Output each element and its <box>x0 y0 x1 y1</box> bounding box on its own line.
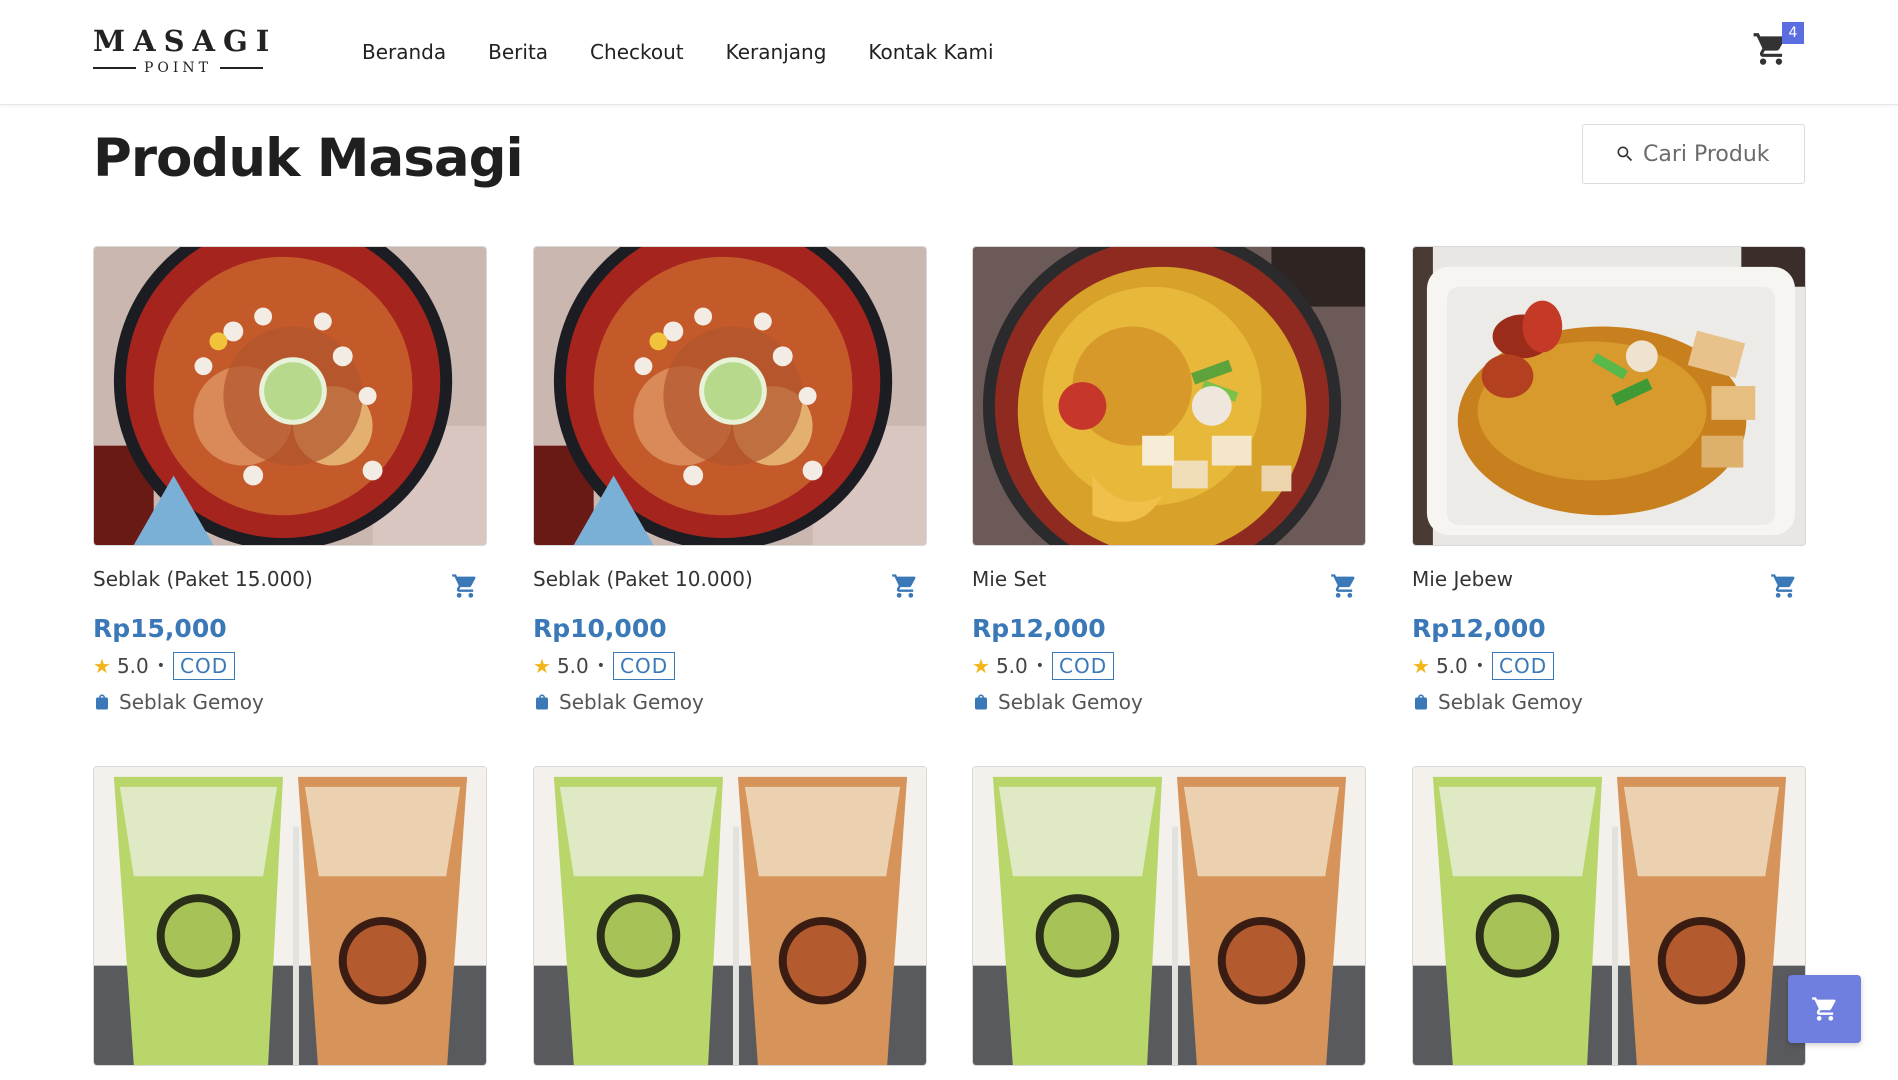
main-nav: Beranda Berita Checkout Keranjang Kontak… <box>362 36 1036 68</box>
product-card[interactable]: Seblak (Paket 10.000) Rp10,000 ★ 5.0 • C… <box>533 246 927 716</box>
cart-count-badge: 4 <box>1782 22 1804 44</box>
gemoy-drinks-image <box>94 767 486 1065</box>
gemoy-drinks-image <box>973 767 1365 1065</box>
seblak-bowl-image <box>94 247 486 545</box>
product-rating: 5.0 <box>995 654 1028 678</box>
cod-badge: COD <box>613 652 676 680</box>
floating-cart-button[interactable] <box>1788 975 1861 1043</box>
product-name[interactable]: Mie Set <box>972 566 1046 592</box>
add-to-cart-button[interactable] <box>1330 572 1358 600</box>
product-price: Rp12,000 <box>972 614 1106 643</box>
product-image[interactable] <box>972 246 1366 546</box>
star-icon: ★ <box>1412 654 1430 678</box>
cart-icon <box>892 574 916 598</box>
product-image[interactable] <box>533 766 927 1066</box>
brand-logo[interactable]: MASAGI POINT <box>93 24 278 80</box>
product-price: Rp10,000 <box>533 614 667 643</box>
search-icon <box>1617 146 1633 162</box>
product-image[interactable] <box>533 246 927 546</box>
nav-keranjang[interactable]: Keranjang <box>726 36 827 68</box>
nav-berita[interactable]: Berita <box>488 36 548 68</box>
shop-name[interactable]: Seblak Gemoy <box>119 688 264 716</box>
shop-bag-icon <box>96 694 108 710</box>
shop-name[interactable]: Seblak Gemoy <box>559 688 704 716</box>
add-to-cart-button[interactable] <box>891 572 919 600</box>
search-box[interactable] <box>1582 124 1805 184</box>
star-icon: ★ <box>93 654 111 678</box>
header-cart-button[interactable]: 4 <box>1752 22 1804 70</box>
page-title: Produk Masagi <box>93 128 524 189</box>
star-icon: ★ <box>972 654 990 678</box>
product-card[interactable] <box>972 766 1366 1066</box>
product-card[interactable] <box>533 766 927 1066</box>
gemoy-drinks-image <box>1413 767 1805 1065</box>
product-name[interactable]: Seblak (Paket 15.000) <box>93 566 313 592</box>
top-navbar: MASAGI POINT Beranda Berita Checkout Ker… <box>0 0 1898 105</box>
cart-icon <box>452 574 476 598</box>
product-card[interactable] <box>1412 766 1806 1066</box>
nav-kontak-kami[interactable]: Kontak Kami <box>868 36 993 68</box>
product-name[interactable]: Mie Jebew <box>1412 566 1513 592</box>
star-icon: ★ <box>533 654 551 678</box>
cod-badge: COD <box>1492 652 1555 680</box>
product-card[interactable]: Mie Set Rp12,000 ★ 5.0 • COD Seblak Gemo… <box>972 246 1366 716</box>
product-card[interactable] <box>93 766 487 1066</box>
shop-bag-icon <box>1415 694 1427 710</box>
product-image[interactable] <box>1412 766 1806 1066</box>
shop-name[interactable]: Seblak Gemoy <box>1438 688 1583 716</box>
brand-name: MASAGI <box>93 24 278 58</box>
product-rating: 5.0 <box>116 654 149 678</box>
product-rating: 5.0 <box>1435 654 1468 678</box>
product-image[interactable] <box>93 766 487 1066</box>
product-image[interactable] <box>1412 246 1806 546</box>
product-image[interactable] <box>93 246 487 546</box>
gemoy-drinks-image <box>534 767 926 1065</box>
product-rating: 5.0 <box>556 654 589 678</box>
brand-sub: POINT <box>144 60 213 76</box>
seblak-bowl-image <box>534 247 926 545</box>
product-name[interactable]: Seblak (Paket 10.000) <box>533 566 753 592</box>
noodle-box-image <box>1413 247 1805 545</box>
shop-name[interactable]: Seblak Gemoy <box>998 688 1143 716</box>
cart-icon <box>1771 574 1795 598</box>
shop-bag-icon <box>975 694 987 710</box>
cod-badge: COD <box>1052 652 1115 680</box>
product-price: Rp15,000 <box>93 614 227 643</box>
add-to-cart-button[interactable] <box>451 572 479 600</box>
product-image[interactable] <box>972 766 1366 1066</box>
cod-badge: COD <box>173 652 236 680</box>
nav-checkout[interactable]: Checkout <box>590 36 684 68</box>
shopping-cart-icon <box>1811 997 1836 1021</box>
product-price: Rp12,000 <box>1412 614 1546 643</box>
search-input[interactable] <box>1643 141 1793 167</box>
add-to-cart-button[interactable] <box>1770 572 1798 600</box>
product-card[interactable]: Mie Jebew Rp12,000 ★ 5.0 • COD Seblak Ge… <box>1412 246 1806 716</box>
product-card[interactable]: Seblak (Paket 15.000) Rp15,000 ★ 5.0 • C… <box>93 246 487 716</box>
shop-bag-icon <box>536 694 548 710</box>
cart-icon <box>1331 574 1355 598</box>
nav-beranda[interactable]: Beranda <box>362 36 446 68</box>
noodle-bowl-image <box>973 247 1365 545</box>
